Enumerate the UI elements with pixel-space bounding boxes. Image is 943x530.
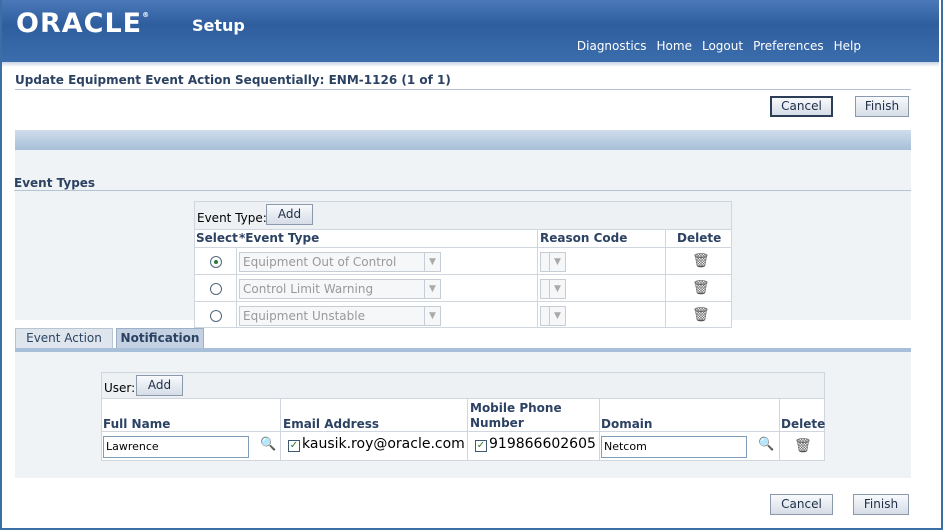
search-icon[interactable]: 🔍 bbox=[758, 437, 774, 452]
table-row: Equipment Unstable ▼ ▼ 🗑 bbox=[195, 301, 731, 328]
cancel-button-top[interactable]: Cancel bbox=[770, 96, 833, 117]
global-header: ORACLE® Setup Diagnostics Home Logout Pr… bbox=[2, 0, 939, 62]
column-header-select: Select bbox=[196, 231, 238, 245]
finish-button-bottom[interactable]: Finish bbox=[853, 494, 909, 515]
column-header-mobile: Mobile Phone Number bbox=[470, 401, 562, 430]
tab-event-action[interactable]: Event Action bbox=[15, 328, 113, 348]
chevron-down-icon: ▼ bbox=[549, 253, 565, 271]
trash-icon[interactable]: 🗑 bbox=[794, 438, 812, 454]
reason-code-select[interactable]: ▼ bbox=[540, 279, 566, 299]
add-event-type-button[interactable]: Add bbox=[266, 204, 313, 225]
users-table: User: Add Full Name Email Address Mobile… bbox=[101, 372, 825, 461]
link-preferences[interactable]: Preferences bbox=[753, 39, 824, 53]
trash-icon[interactable]: 🗑 bbox=[692, 253, 710, 269]
trash-icon[interactable]: 🗑 bbox=[692, 307, 710, 323]
app-name: Setup bbox=[192, 16, 245, 35]
link-home[interactable]: Home bbox=[657, 39, 692, 53]
domain-field[interactable]: Netcom bbox=[601, 436, 747, 458]
select-radio[interactable] bbox=[210, 310, 222, 322]
column-header-delete: Delete bbox=[781, 417, 826, 431]
column-header-event-type: *Event Type bbox=[239, 231, 320, 245]
event-types-table: Event Type: Add Select *Event Type Reaso… bbox=[194, 201, 732, 328]
trash-icon[interactable]: 🗑 bbox=[692, 280, 710, 296]
oracle-logo: ORACLE® bbox=[16, 8, 151, 39]
chevron-down-icon: ▼ bbox=[549, 307, 565, 325]
email-checkbox[interactable]: ✓ bbox=[288, 440, 300, 452]
column-header-delete: Delete bbox=[677, 231, 722, 245]
chevron-down-icon: ▼ bbox=[424, 253, 440, 271]
email-value: kausik.roy@oracle.com bbox=[302, 436, 465, 452]
search-icon[interactable]: 🔍 bbox=[260, 437, 276, 452]
reason-code-select[interactable]: ▼ bbox=[540, 252, 566, 272]
users-header-row: Full Name Email Address Mobile Phone Num… bbox=[102, 399, 826, 432]
event-type-select[interactable]: Control Limit Warning ▼ bbox=[239, 279, 441, 299]
users-toolbar: User: Add bbox=[102, 373, 824, 399]
event-type-select[interactable]: Equipment Unstable ▼ bbox=[239, 306, 441, 326]
user-toolbar-label: User: bbox=[104, 381, 136, 395]
table-row: Equipment Out of Control ▼ ▼ 🗑 bbox=[195, 247, 731, 274]
chevron-down-icon: ▼ bbox=[549, 280, 565, 298]
reason-code-select[interactable]: ▼ bbox=[540, 306, 566, 326]
global-links: Diagnostics Home Logout Preferences Help bbox=[577, 39, 861, 53]
chevron-down-icon: ▼ bbox=[424, 280, 440, 298]
column-header-domain: Domain bbox=[601, 417, 653, 431]
title-divider bbox=[15, 89, 911, 90]
mobile-checkbox[interactable]: ✓ bbox=[475, 440, 487, 452]
select-radio[interactable] bbox=[210, 256, 222, 268]
event-types-divider bbox=[14, 190, 911, 191]
header-shade bbox=[2, 62, 939, 67]
event-types-header: Event Types bbox=[14, 176, 96, 190]
event-type-select[interactable]: Equipment Out of Control ▼ bbox=[239, 252, 441, 272]
event-types-toolbar: Event Type: Add bbox=[195, 202, 731, 230]
chevron-down-icon: ▼ bbox=[424, 307, 440, 325]
train-bar bbox=[15, 130, 911, 150]
link-diagnostics[interactable]: Diagnostics bbox=[577, 39, 647, 53]
link-help[interactable]: Help bbox=[834, 39, 861, 53]
column-header-full-name: Full Name bbox=[103, 417, 171, 431]
full-name-field[interactable]: Lawrence bbox=[103, 436, 249, 458]
page-title: Update Equipment Event Action Sequential… bbox=[15, 73, 451, 87]
column-header-email: Email Address bbox=[283, 417, 380, 431]
select-radio[interactable] bbox=[210, 283, 222, 295]
event-type-toolbar-label: Event Type: bbox=[197, 211, 267, 225]
finish-button-top[interactable]: Finish bbox=[855, 96, 909, 117]
column-header-reason-code: Reason Code bbox=[540, 231, 628, 245]
add-user-button[interactable]: Add bbox=[136, 375, 183, 396]
tab-notification[interactable]: Notification bbox=[116, 328, 204, 349]
mobile-value: 919866602605 bbox=[489, 436, 596, 452]
cancel-button-bottom[interactable]: Cancel bbox=[770, 494, 833, 515]
link-logout[interactable]: Logout bbox=[702, 39, 743, 53]
table-row: Control Limit Warning ▼ ▼ 🗑 bbox=[195, 274, 731, 301]
